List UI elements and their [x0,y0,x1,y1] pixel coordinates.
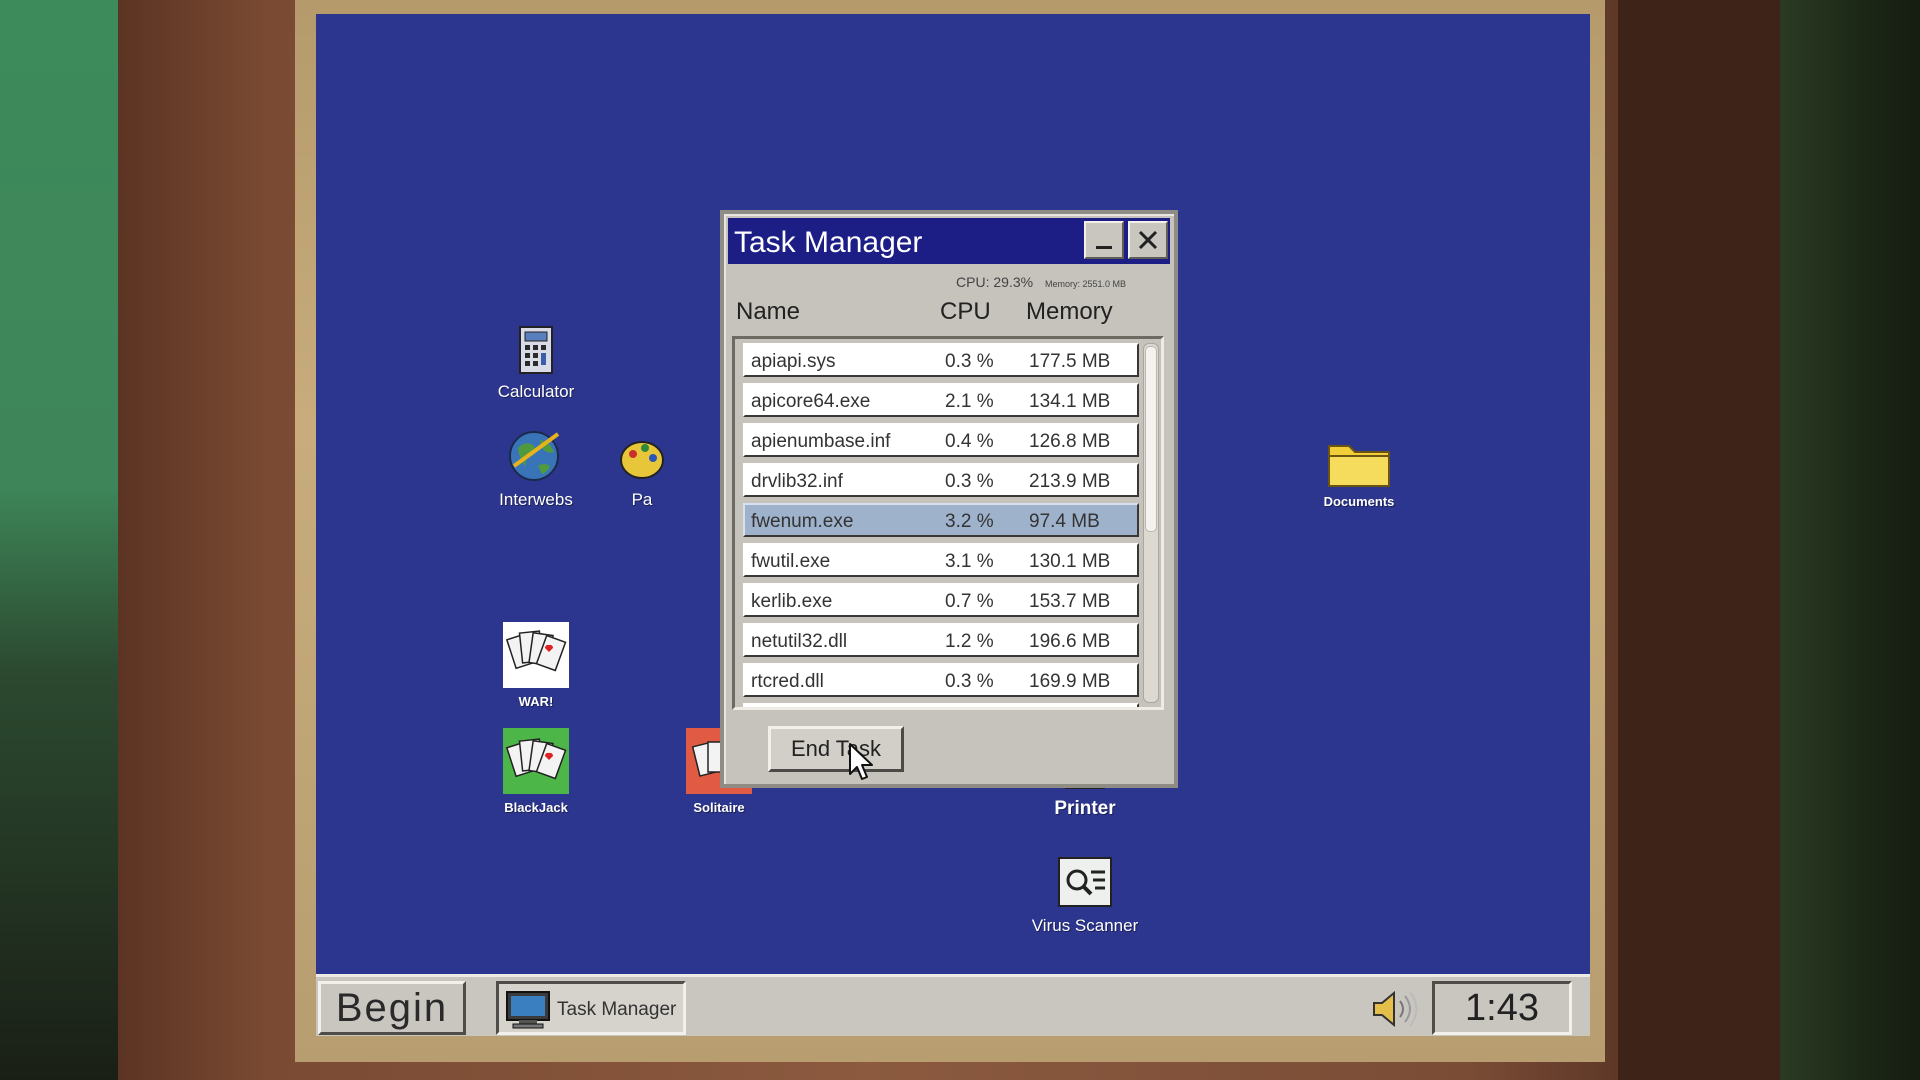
process-row[interactable]: apienumbase.inf 0.4 % 126.8 MB [743,423,1139,457]
process-cpu: 1.2 % [945,631,994,652]
desktop-icon-documents[interactable]: Documents [1284,424,1434,509]
window-title: Task Manager [734,226,923,259]
process-name: drvlib32.inf [751,471,843,492]
process-cpu: 0.3 % [945,671,994,692]
desktop-icon-war[interactable]: WAR! [461,622,611,709]
speaker-icon[interactable] [1370,989,1422,1029]
process-row[interactable]: drvlib32.inf 0.3 % 213.9 MB [743,463,1139,497]
monitor-icon [506,991,550,1029]
calculator-icon [461,310,611,374]
process-memory: 130.1 MB [1029,551,1111,572]
desktop-icon-label: WAR! [518,694,554,709]
process-memory: 97.4 MB [1029,511,1100,532]
process-memory: 196.6 MB [1029,631,1111,652]
process-name: netutil32.dll [751,631,848,652]
process-cpu: 3.1 % [945,551,994,572]
desktop-icon-calculator[interactable]: Calculator [461,310,611,402]
process-name: fwutil.exe [751,551,831,572]
memory-total: Memory: 2551.0 MB [1044,279,1126,289]
process-name: rtcred.dll [751,671,824,692]
desktop-icon-paint[interactable]: Pa [612,418,672,510]
process-name: fwenum.exe [751,511,854,532]
process-row[interactable]: kerlib.exe 0.7 % 153.7 MB [743,583,1139,617]
desktop-icon-virus-scanner[interactable]: Virus Scanner [1010,844,1160,936]
desktop-icon-label: Virus Scanner [1031,916,1139,935]
process-row[interactable]: apicore64.exe 2.1 % 134.1 MB [743,383,1139,417]
taskbar-item-task-manager[interactable]: Task Manager [496,981,686,1035]
process-memory: 153.7 MB [1029,591,1111,612]
begin-button[interactable]: Begin [318,981,466,1035]
process-row-partial[interactable] [743,703,1139,707]
process-cpu: 0.4 % [945,431,994,452]
paint-palette-icon [612,418,672,482]
close-button[interactable] [1128,221,1168,259]
process-memory: 177.5 MB [1029,351,1111,372]
process-memory: 134.1 MB [1029,391,1111,412]
desktop-icon-label: Solitaire [693,800,745,815]
desktop-icon-blackjack[interactable]: BlackJack [461,728,611,815]
process-row[interactable]: fwutil.exe 3.1 % 130.1 MB [743,543,1139,577]
desktop-icon-label: Documents [1323,494,1395,509]
process-cpu: 0.7 % [945,591,994,612]
process-memory: 169.9 MB [1029,671,1111,692]
process-name: apiapi.sys [751,351,836,372]
desktop-icon-label: Pa [631,490,653,509]
column-header-memory[interactable]: Memory [1026,298,1113,326]
process-cpu: 0.3 % [945,351,994,372]
desktop-icon-label: Calculator [497,382,575,401]
desktop-icon-label: Interwebs [499,490,573,509]
process-cpu: 0.3 % [945,471,994,492]
folder-icon [1284,424,1434,488]
minimize-icon [1096,246,1112,249]
scrollbar-thumb[interactable] [1145,346,1157,532]
virus-scanner-icon [1010,844,1160,908]
taskbar: Begin Task Manager 1:43 PM [316,974,1590,1036]
background-scene-right [1780,0,1920,1080]
globe-icon [461,418,611,482]
process-row[interactable]: netutil32.dll 1.2 % 196.6 MB [743,623,1139,657]
task-manager-window: Task Manager CPU: 29.3% Memory: 2551.0 M… [720,210,1178,788]
playing-cards-icon [461,622,611,688]
blackjack-cards-icon [461,728,611,794]
process-cpu: 2.1 % [945,391,994,412]
process-row-selected[interactable]: fwenum.exe 3.2 % 97.4 MB [743,503,1139,537]
clock: 1:43 PM [1432,981,1572,1036]
mouse-cursor-icon [849,743,873,780]
process-memory: 126.8 MB [1029,431,1111,452]
process-memory: 213.9 MB [1029,471,1111,492]
minimize-button[interactable] [1084,221,1124,259]
desktop: Calculator Interwebs Pa WAR! BlackJack S… [316,14,1590,1036]
process-row[interactable]: rtcred.dll 0.3 % 169.9 MB [743,663,1139,697]
scrollbar[interactable] [1143,343,1159,703]
process-row[interactable]: apiapi.sys 0.3 % 177.5 MB [743,343,1139,377]
background-scene-left [0,0,125,1080]
process-name: kerlib.exe [751,591,833,612]
column-header-name[interactable]: Name [736,298,800,326]
title-bar[interactable]: Task Manager [728,218,1170,264]
usage-summary: CPU: 29.3% Memory: 2551.0 MB [956,274,1126,290]
process-name: apicore64.exe [751,391,871,412]
close-icon [1138,230,1158,250]
desktop-icon-label: BlackJack [504,800,568,815]
taskbar-item-label: Task Manager [557,999,677,1020]
desktop-icon-label: Printer [1054,798,1116,819]
end-task-button[interactable]: End Task [768,726,904,772]
column-header-cpu[interactable]: CPU [940,298,991,326]
process-name: apienumbase.inf [751,431,891,452]
process-list: apiapi.sys 0.3 % 177.5 MB apicore64.exe … [732,336,1164,710]
desktop-icon-interwebs[interactable]: Interwebs [461,418,611,510]
process-cpu: 3.2 % [945,511,994,532]
cpu-total: CPU: 29.3% [956,274,1034,290]
